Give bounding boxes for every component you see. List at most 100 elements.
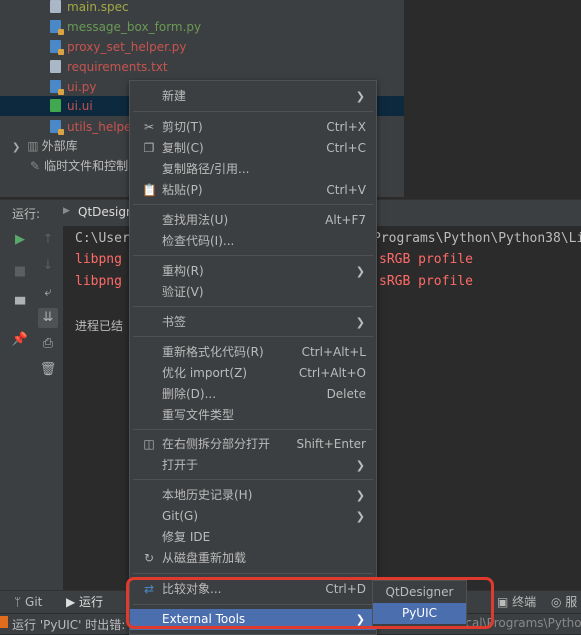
menu-shortcut: Ctrl+Alt+L (301, 345, 366, 359)
console-exit-line: 进程已结 (75, 319, 124, 333)
arrow-up-icon[interactable]: ↑ (38, 230, 58, 250)
menu-item-label: 优化 import(Z) (162, 366, 248, 380)
git-tool-button[interactable]: ᛘ Git (14, 591, 42, 614)
menu-inspect-code[interactable]: 检查代码(I)... (130, 231, 376, 252)
menu-find-usages[interactable]: 查找用法(U) Alt+F7 (130, 210, 376, 231)
chevron-right-icon: ❯ (355, 90, 365, 103)
ui-file-icon (50, 99, 61, 112)
run-tab-qtdesigner[interactable]: QtDesign (78, 205, 134, 219)
menu-shortcut: Ctrl+C (326, 141, 366, 155)
menu-git[interactable]: Git(G) ❯ (130, 506, 376, 527)
menu-item-label: 本地历史记录(H) (162, 488, 253, 502)
scroll-to-end-icon[interactable]: ⇊ (38, 308, 58, 328)
run-icon: ▶ (66, 595, 80, 609)
terminal-tool-button[interactable]: ▣ 终端 (497, 591, 536, 614)
menu-separator (133, 306, 373, 307)
menu-shortcut: Alt+F7 (325, 213, 366, 227)
chevron-right-icon: ❯ (355, 316, 365, 329)
tree-file-requirements[interactable]: requirements.txt (50, 57, 168, 77)
menu-separator (133, 573, 373, 574)
menu-local-history[interactable]: 本地历史记录(H) ❯ (130, 485, 376, 506)
reload-icon: ↻ (143, 551, 155, 565)
menu-copy[interactable]: ❐ 复制(C) Ctrl+C (130, 138, 376, 159)
tree-external-libraries[interactable]: ❯ ▥ 外部库 (12, 136, 78, 156)
tree-file-utils-helper[interactable]: utils_helpe (50, 117, 132, 137)
menu-paste[interactable]: 📋 粘贴(P) Ctrl+V (130, 180, 376, 201)
tree-file-proxy-set-helper[interactable]: proxy_set_helper.py (50, 37, 187, 57)
python-file-icon (50, 20, 64, 35)
menu-item-label: 在右侧拆分部分打开 (162, 437, 271, 451)
menu-separator (133, 479, 373, 480)
chevron-right-icon: ❯ (355, 265, 365, 278)
menu-separator (133, 336, 373, 337)
tree-file-ui-py[interactable]: ui.py (50, 77, 96, 97)
scratches-icon: ✎ (30, 159, 41, 173)
python-file-icon (50, 80, 64, 95)
chevron-right-icon: ❯ (355, 489, 365, 502)
menu-item-label: 重构(R) (162, 264, 204, 278)
context-menu: 新建 ❯ ✂ 剪切(T) Ctrl+X ❐ 复制(C) Ctrl+C 复制路径/引用...… (129, 80, 377, 635)
menu-separator (133, 204, 373, 205)
menu-open-in[interactable]: 打开于 ❯ (130, 455, 376, 476)
layout-icon[interactable]: ▀ (10, 296, 30, 316)
python-file-icon (50, 120, 64, 135)
status-message[interactable]: 运行 'PyUIC' 时出错: (12, 616, 125, 633)
menu-override-file-type[interactable]: 重写文件类型 (130, 405, 376, 426)
terminal-icon: ▣ (497, 595, 513, 609)
menu-item-label: 粘贴(P) (162, 183, 203, 197)
menu-open-right-split[interactable]: ◫ 在右侧拆分部分打开 Shift+Enter (130, 434, 376, 455)
menu-item-label: 打开于 (162, 458, 199, 472)
menu-reformat-code[interactable]: 重新格式化代码(R) Ctrl+Alt+L (130, 342, 376, 363)
run-tool-button[interactable]: ▶ 运行 (66, 591, 103, 614)
arrow-down-icon[interactable]: ↓ (38, 256, 58, 276)
tree-file-message-box-form[interactable]: message_box_form.py (50, 17, 201, 37)
chevron-right-icon[interactable]: ❯ (12, 142, 20, 153)
library-icon: ▥ (27, 139, 39, 153)
menu-item-label: 从磁盘重新加载 (162, 551, 247, 565)
text-file-icon (50, 0, 61, 13)
console-line-path: C:\User (75, 231, 130, 246)
menu-separator (133, 255, 373, 256)
menu-separator (133, 429, 373, 430)
trash-icon[interactable]: 🗑 (38, 360, 58, 380)
run-config-icon: ▶ (63, 206, 70, 216)
text-file-icon (50, 60, 61, 73)
chevron-right-icon: ❯ (355, 510, 365, 523)
scissors-icon: ✂ (143, 120, 155, 134)
menu-item-label: 检查代码(I)... (162, 234, 235, 248)
menu-item-label: 书签 (162, 315, 187, 329)
menu-shortcut: Ctrl+V (326, 183, 366, 197)
rerun-icon[interactable]: ▶ (10, 230, 30, 250)
menu-separator (133, 111, 373, 112)
menu-refactor[interactable]: 重构(R) ❯ (130, 261, 376, 282)
console-line-path-tail: Programs\Python\Python38\Li (373, 231, 581, 246)
menu-repair-ide[interactable]: 修复 IDE (130, 527, 376, 548)
menu-item-label: 剪切(T) (162, 120, 203, 134)
services-icon: ◎ (551, 595, 566, 609)
tree-scratches[interactable]: ✎ 临时文件和控制 (30, 156, 128, 176)
chevron-right-icon: ❯ (355, 459, 365, 472)
git-branch-icon: ᛘ (14, 595, 26, 609)
menu-optimize-imports[interactable]: 优化 import(Z) Ctrl+Alt+O (130, 363, 376, 384)
soft-wrap-icon[interactable]: ⤶ (38, 283, 58, 303)
error-indicator-icon (0, 616, 8, 628)
console-error-1-tail: sRGB profile (379, 252, 473, 267)
menu-copy-path[interactable]: 复制路径/引用... (130, 159, 376, 180)
menu-delete[interactable]: 删除(D)... Delete (130, 384, 376, 405)
stop-icon[interactable]: ■ (10, 262, 30, 282)
menu-item-label: 新建 (162, 89, 187, 103)
menu-item-label: 修复 IDE (162, 530, 211, 544)
console-error-1: libpng (75, 252, 122, 267)
menu-bookmarks[interactable]: 书签 ❯ (130, 312, 376, 333)
highlight-annotation (126, 577, 494, 629)
menu-new[interactable]: 新建 ❯ (130, 86, 376, 107)
menu-cut[interactable]: ✂ 剪切(T) Ctrl+X (130, 117, 376, 138)
print-icon[interactable]: ⎙ (38, 334, 58, 354)
pin-icon[interactable]: 📌 (10, 330, 30, 350)
services-tool-button[interactable]: ◎ 服 (551, 591, 577, 614)
tree-file-main-spec[interactable]: main.spec (50, 0, 129, 17)
menu-item-label: 复制(C) (162, 141, 204, 155)
menu-reload-from-disk[interactable]: ↻ 从磁盘重新加载 (130, 548, 376, 569)
python-file-icon (50, 40, 64, 55)
menu-validate[interactable]: 验证(V) (130, 282, 376, 303)
